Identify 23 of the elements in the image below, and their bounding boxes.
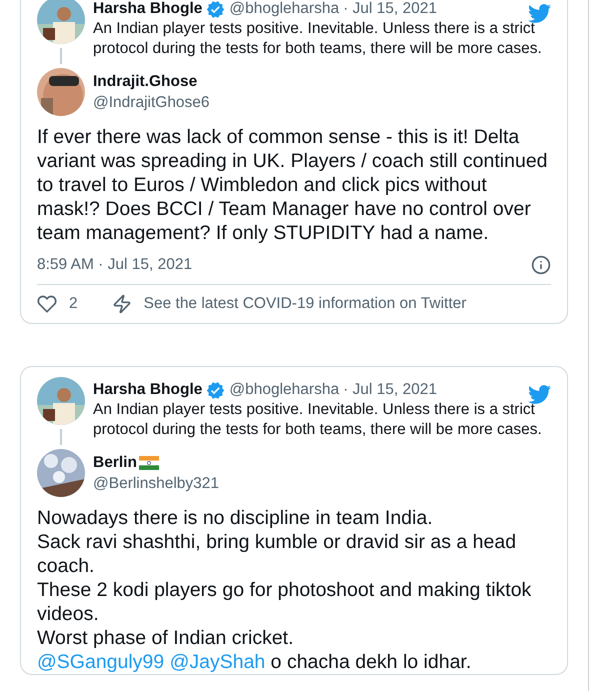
tweet-timestamp: 8:59 AM · Jul 15, 2021 bbox=[37, 256, 192, 274]
heart-icon[interactable] bbox=[37, 294, 57, 314]
author-name: Harsha Bhogle bbox=[93, 0, 202, 19]
author-name: Indrajit.Ghose bbox=[93, 72, 198, 92]
mention-link[interactable]: @JayShah bbox=[170, 651, 266, 673]
flag-icon bbox=[138, 456, 159, 470]
tweet-date: · Jul 15, 2021 bbox=[343, 0, 438, 19]
author-handle: @bhogleharsha bbox=[229, 380, 340, 400]
quoted-text: An Indian player tests positive. Inevitable. Unless there is a strict protocol during the tests for both teams, there will be more cases. bbox=[93, 400, 543, 440]
mention-link[interactable]: @SGanguly99 bbox=[37, 651, 164, 673]
author-name: Berlin bbox=[93, 453, 137, 473]
author-handle: @bhogleharsha bbox=[229, 0, 340, 19]
author-handle: @Berlinshelby321 bbox=[93, 474, 220, 494]
like-count: 2 bbox=[69, 295, 78, 313]
author-handle: @IndrajitGhose6 bbox=[93, 93, 210, 113]
info-icon[interactable] bbox=[531, 255, 551, 275]
lightning-icon bbox=[112, 294, 132, 314]
tweet-date: · Jul 15, 2021 bbox=[343, 380, 438, 400]
author-name: Harsha Bhogle bbox=[93, 380, 202, 400]
tweet-text: If ever there was lack of common sense - this is it! Delta variant was spreading in UK. Players / coach still continued to travel to Euros / Wimbledon and click pics without mask!? Does BCCI / Team Manager have no control over team management? If only STUPIDITY had a name. bbox=[37, 125, 549, 245]
quoted-text: An Indian player tests positive. Inevitable. Unless there is a strict protocol during the tests for both teams, there will be more cases. bbox=[93, 19, 543, 59]
covid-info-link[interactable]: See the latest COVID-19 information on Twitter bbox=[144, 295, 466, 313]
tweet-text: Nowadays there is no discipline in team India. Sack ravi shashthi, bring kumble or dravid sir as a head coach. These 2 kodi players go for photoshoot and making tiktok videos. Worst phase of Indian cricket. @SGanguly99 @JayShah o chacha dekh lo idhar. bbox=[37, 506, 532, 674]
